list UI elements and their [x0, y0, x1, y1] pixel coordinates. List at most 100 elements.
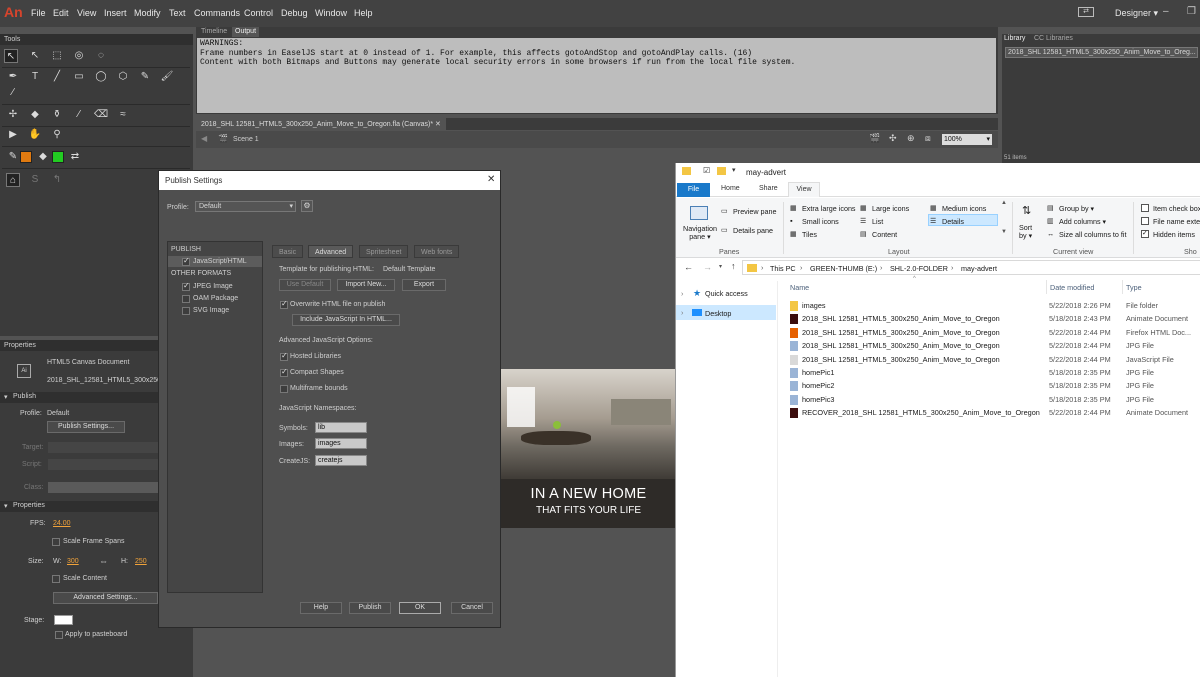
preview-pane-button[interactable]: Preview pane	[733, 207, 777, 216]
menu-window[interactable]: Window	[315, 8, 347, 18]
fill-color-swatch[interactable]	[52, 151, 64, 163]
class-field[interactable]	[48, 482, 158, 493]
paint-bucket-icon[interactable]: ◆	[28, 108, 42, 122]
width-tool-icon[interactable]: ≈	[116, 108, 130, 122]
oam-label[interactable]: OAM Package	[193, 295, 238, 302]
menu-edit[interactable]: Edit	[53, 8, 69, 18]
file-row[interactable]: homePic2 5/18/2018 2:35 PM JPG File	[786, 379, 1200, 392]
tab-file[interactable]: File	[677, 183, 710, 197]
sort-by-button[interactable]: Sort by ▾	[1019, 224, 1041, 240]
medium-icons-option[interactable]: Medium icons	[942, 204, 986, 213]
tab-basic[interactable]: Basic	[272, 245, 304, 258]
hand-tool-icon[interactable]: ✋	[28, 128, 42, 142]
scale-content-checkbox[interactable]	[52, 575, 60, 583]
recent-locations-chevron-icon[interactable]: ▾	[719, 263, 722, 270]
output-text-area[interactable]: WARNINGS: Frame numbers in EaselJS start…	[197, 38, 996, 113]
snap-to-objects-icon[interactable]: ⌂	[6, 173, 20, 187]
fps-value[interactable]: 24.00	[53, 520, 71, 527]
hidden-items-checkbox[interactable]: ✓	[1141, 230, 1149, 238]
selection-tool-icon[interactable]: ↖	[4, 49, 18, 63]
smooth-icon[interactable]: S	[28, 173, 42, 187]
hosted-libraries-checkbox[interactable]	[280, 351, 288, 361]
compact-shapes-checkbox[interactable]	[280, 367, 288, 377]
use-default-button[interactable]: Use Default	[279, 279, 331, 291]
eyedropper-icon[interactable]: ⁄	[72, 108, 86, 122]
nav-desktop[interactable]: Desktop	[705, 309, 731, 318]
images-input[interactable]: images	[315, 438, 367, 449]
new-folder-icon[interactable]	[717, 167, 726, 175]
content-option[interactable]: Content	[872, 230, 897, 239]
menu-insert[interactable]: Insert	[104, 8, 127, 18]
profile-settings-gear-icon[interactable]: ⚙	[301, 200, 313, 212]
add-columns-button[interactable]: Add columns ▾	[1059, 217, 1106, 226]
tab-view[interactable]: View	[788, 182, 820, 197]
pen-tool-icon[interactable]: ✒	[6, 70, 20, 84]
zoom-dropdown[interactable]: 100% ▾	[942, 134, 992, 145]
file-row[interactable]: 2018_SHL 12581_HTML5_300x250_Anim_Move_t…	[786, 312, 1200, 325]
3d-rotation-icon[interactable]: ◎	[72, 49, 86, 63]
library-document-selector[interactable]: 2018_SHL 12581_HTML5_300x250_Anim_Move_t…	[1005, 47, 1198, 58]
paint-brush-icon[interactable]: ∕	[6, 86, 20, 100]
stroke-color-icon[interactable]: ✎	[6, 150, 20, 164]
help-button[interactable]: Help	[300, 602, 342, 614]
properties-icon[interactable]: ☑	[703, 166, 710, 175]
center-stage-icon[interactable]: ⊕	[907, 133, 915, 144]
details-pane-button[interactable]: Details pane	[733, 226, 773, 235]
oval-tool-icon[interactable]: ◯	[94, 70, 108, 84]
tab-library[interactable]: Library	[1004, 35, 1025, 42]
file-row[interactable]: homePic3 5/18/2018 2:35 PM JPG File	[786, 393, 1200, 406]
menu-commands[interactable]: Commands	[194, 8, 240, 18]
straighten-icon[interactable]: ↰	[50, 173, 64, 187]
profile-dropdown[interactable]: Default ▾	[195, 201, 296, 212]
menu-text[interactable]: Text	[169, 8, 186, 18]
advanced-settings-button[interactable]: Advanced Settings...	[53, 592, 158, 604]
up-arrow-icon[interactable]: ↑	[731, 261, 736, 271]
overwrite-html-checkbox[interactable]	[280, 299, 288, 309]
jpeg-checkbox[interactable]	[182, 281, 190, 291]
close-icon[interactable]: ✕	[487, 174, 495, 185]
include-js-in-html-button[interactable]: Include JavaScript In HTML...	[292, 314, 400, 326]
scale-frame-spans-checkbox[interactable]	[52, 538, 60, 546]
edit-symbol-icon[interactable]: ✣	[889, 133, 897, 144]
tab-timeline[interactable]: Timeline	[198, 27, 230, 37]
breadcrumb-shl-folder[interactable]: SHL-2.0-FOLDER	[890, 264, 948, 273]
menu-modify[interactable]: Modify	[134, 8, 161, 18]
stage-color-swatch[interactable]	[54, 615, 73, 625]
pencil-tool-icon[interactable]: ✎	[138, 70, 152, 84]
navigation-pane-button[interactable]: Navigation pane ▾	[680, 225, 720, 241]
file-name-extensions-checkbox[interactable]	[1141, 217, 1149, 225]
file-row[interactable]: 2018_SHL 12581_HTML5_300x250_Anim_Move_t…	[786, 326, 1200, 339]
breadcrumb-may-advert[interactable]: may-advert	[961, 264, 997, 273]
lasso-icon[interactable]: ◌	[94, 49, 108, 63]
link-dimensions-icon[interactable]: ⇔	[99, 556, 108, 566]
ok-button[interactable]: OK	[399, 602, 441, 614]
oam-checkbox[interactable]	[182, 295, 190, 303]
group-by-button[interactable]: Group by ▾	[1059, 204, 1094, 213]
file-row[interactable]: homePic1 5/18/2018 2:35 PM JPG File	[786, 366, 1200, 379]
subselection-tool-icon[interactable]: ↖	[28, 49, 42, 63]
restore-icon[interactable]: ❐	[1187, 6, 1196, 17]
menu-control[interactable]: Control	[244, 8, 273, 18]
js-html-label[interactable]: JavaScript/HTML	[193, 258, 247, 265]
cancel-button[interactable]: Cancel	[451, 602, 493, 614]
column-date-header[interactable]: Date modified	[1050, 283, 1094, 292]
line-tool-icon[interactable]: ╱	[50, 70, 64, 84]
tiles-option[interactable]: Tiles	[802, 230, 817, 239]
breadcrumb-drive[interactable]: GREEN-THUMB (E:)	[810, 264, 877, 273]
eraser-icon[interactable]: ⌫	[94, 108, 108, 122]
tab-advanced[interactable]: Advanced	[308, 245, 354, 258]
export-button[interactable]: Export	[402, 279, 446, 291]
scroll-down-icon[interactable]: ▼	[1001, 229, 1007, 235]
forward-arrow-icon[interactable]: →	[703, 262, 712, 272]
close-tab-icon[interactable]: ✕	[435, 121, 441, 128]
script-field[interactable]	[48, 459, 158, 470]
edit-scene-icon[interactable]: 🎬	[869, 133, 880, 144]
menu-view[interactable]: View	[77, 8, 96, 18]
sync-settings-icon[interactable]: ⇄	[1078, 7, 1094, 17]
tab-output[interactable]: Output	[232, 27, 260, 37]
back-arrow-icon[interactable]: ◀	[201, 134, 207, 143]
breadcrumb-this-pc[interactable]: This PC	[770, 264, 796, 273]
text-tool-icon[interactable]: T	[28, 70, 42, 84]
item-check-boxes-checkbox[interactable]	[1141, 204, 1149, 212]
small-icons-option[interactable]: Small icons	[802, 217, 839, 226]
